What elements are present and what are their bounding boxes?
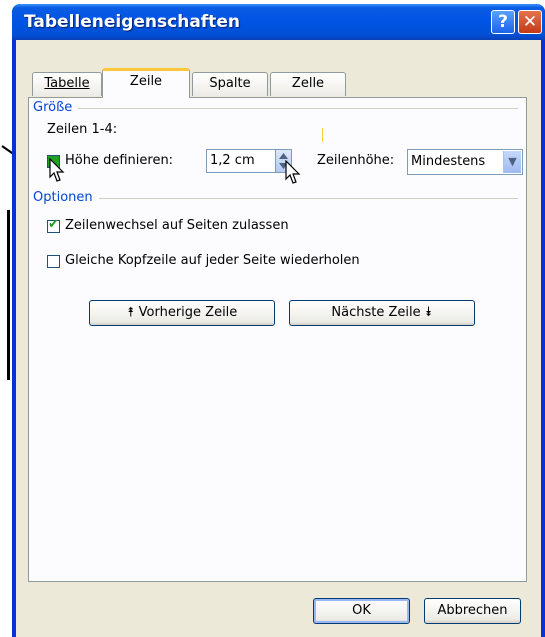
row-height-select[interactable]: Mindestens ▼ [407, 149, 523, 175]
options-group-line [37, 198, 518, 199]
zeile-tab-panel: Größe Zeilen 1-4: Höhe definieren: 1,2 c… [28, 97, 527, 582]
previous-row-label: Vorherige Zeile [138, 305, 238, 320]
help-button[interactable]: ? [491, 10, 515, 34]
repeat-header-label: Gleiche Kopfzeile auf jeder Seite wieder… [65, 253, 360, 268]
cancel-label: Abbrechen [437, 603, 508, 618]
tab-zeile[interactable]: Zeile [102, 68, 190, 98]
repeat-header-checkbox[interactable] [47, 255, 60, 268]
dialog-body: Tabelle Zeile Spalte Zelle Größe Zeilen … [16, 40, 541, 637]
double-up-arrow-icon: ⯭ [126, 305, 139, 320]
options-group-label: Optionen [33, 190, 99, 205]
dialog-window: Tabelleneigenschaften ? ✕ Tabelle Zeile … [12, 4, 545, 637]
tab-label: Spalte [209, 76, 251, 91]
previous-row-button[interactable]: ⯭ Vorherige Zeile [89, 300, 275, 326]
chevron-down-icon: ▼ [503, 151, 521, 173]
close-icon: ✕ [522, 12, 538, 32]
next-row-button[interactable]: Nächste Zeile ⯯ [289, 300, 475, 326]
help-icon: ? [498, 12, 508, 32]
tab-label: Zeile [129, 74, 163, 89]
ok-button[interactable]: OK [313, 598, 410, 624]
annotation-bar [7, 210, 10, 380]
tab-tabelle[interactable]: Tabelle [32, 72, 102, 96]
size-group-label: Größe [33, 100, 79, 115]
tab-label: Zelle [291, 76, 325, 91]
window-title: Tabelleneigenschaften [24, 12, 240, 32]
text-caret [322, 128, 323, 142]
checkmark-icon: ✔ [48, 217, 59, 232]
close-button[interactable]: ✕ [518, 10, 542, 34]
row-height-label: Zeilenhöhe: [317, 153, 395, 168]
ok-label: OK [352, 603, 371, 618]
tab-zelle[interactable]: Zelle [270, 72, 346, 96]
allow-break-checkbox[interactable]: ✔ [47, 217, 60, 233]
size-group-line [37, 108, 518, 109]
tab-spalte[interactable]: Spalte [192, 72, 268, 96]
cancel-button[interactable]: Abbrechen [424, 598, 521, 624]
rows-label: Zeilen 1-4: [47, 122, 118, 137]
mouse-cursor-icon [285, 160, 301, 184]
next-row-label: Nächste Zeile [331, 305, 421, 320]
row-height-select-value: Mindestens [411, 154, 486, 169]
tab-label: Tabelle [44, 76, 90, 91]
allow-break-label: Zeilenwechsel auf Seiten zulassen [65, 218, 289, 233]
define-height-label: Höhe definieren: [65, 153, 174, 168]
double-down-arrow-icon: ⯯ [420, 305, 433, 320]
title-bar[interactable]: Tabelleneigenschaften ? ✕ [12, 4, 545, 40]
